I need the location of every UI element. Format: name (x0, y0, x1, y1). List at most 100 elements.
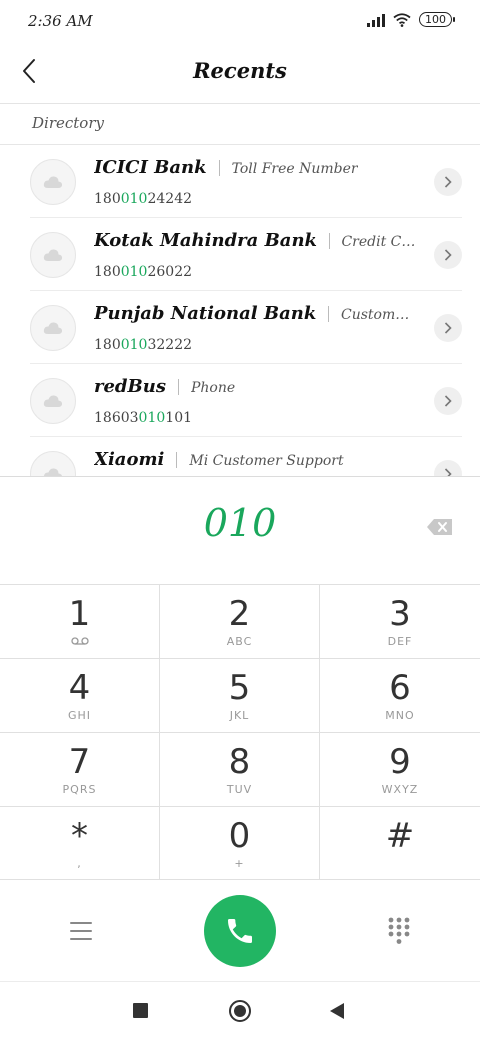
list-item[interactable]: redBus Phone 18603010101 (0, 364, 480, 437)
separator (218, 159, 220, 176)
contact-avatar (30, 159, 76, 205)
contact-description: Credit Card/Banking C... (341, 234, 416, 250)
contact-avatar (30, 451, 76, 476)
contact-description: Toll Free Number (231, 161, 358, 177)
backspace-button[interactable] (426, 517, 454, 537)
status-bar: 2:36 AM 100 (0, 0, 480, 44)
key-letters: DEF (387, 635, 413, 648)
match-highlight: 010 (120, 264, 148, 280)
key-0[interactable]: 0 + (160, 807, 320, 880)
key-letters: + (234, 857, 245, 870)
contact-description: Customer Care (341, 307, 416, 323)
call-button[interactable] (204, 895, 276, 967)
dialpad-icon (388, 917, 410, 944)
chevron-right-icon (444, 249, 452, 261)
chevron-right-icon (444, 176, 452, 188)
wifi-icon (393, 12, 411, 27)
contact-number: 18001024242 (94, 191, 193, 207)
separator (177, 378, 179, 395)
key-digit: 5 (228, 668, 251, 708)
key-digit: 0 (228, 816, 251, 856)
contact-detail-button[interactable] (434, 387, 462, 415)
voicemail-icon (70, 637, 89, 645)
key-6[interactable]: 6 MNO (320, 659, 480, 733)
chevron-right-icon (444, 468, 452, 476)
list-item[interactable]: Punjab National Bank Customer Care 18001… (0, 291, 480, 364)
match-highlight: 010 (120, 337, 148, 353)
list-item[interactable]: Kotak Mahindra Bank Credit Card/Banking … (0, 218, 480, 291)
key-letters: MNO (385, 709, 415, 722)
key-digit: 2 (228, 594, 251, 634)
key-letters: TUV (226, 783, 253, 796)
key-1[interactable]: 1 (0, 585, 160, 659)
home-button[interactable] (229, 1000, 251, 1022)
chevron-right-icon (444, 322, 452, 334)
key-letters: PQRS (62, 783, 97, 796)
cloud-icon (43, 322, 63, 334)
dial-display: 010 (0, 476, 480, 584)
menu-button[interactable] (64, 918, 98, 944)
contact-detail-button[interactable] (434, 314, 462, 342)
system-back-button[interactable] (330, 1003, 344, 1019)
key-digit: 7 (68, 742, 91, 782)
cloud-icon (43, 249, 63, 261)
contact-description: Phone (190, 380, 236, 396)
dialpad: 1 2 ABC 3 DEF 4 GHI 5 JKL 6 MNO 7 PQRS 8… (0, 584, 480, 880)
cloud-icon (43, 176, 63, 188)
key-letters: WXYZ (381, 783, 419, 796)
match-highlight: 010 (138, 410, 166, 426)
contact-name: redBus (94, 376, 166, 397)
cloud-icon (43, 395, 63, 407)
key-hash[interactable]: # (320, 807, 480, 880)
key-9[interactable]: 9 WXYZ (320, 733, 480, 807)
top-app-bar: Recents (0, 44, 480, 104)
key-2[interactable]: 2 ABC (160, 585, 320, 659)
contact-number: 18001026022 (94, 264, 193, 280)
directory-list[interactable]: ICICI Bank Toll Free Number 18001024242 … (0, 145, 480, 476)
contact-description: Mi Customer Support (189, 453, 344, 469)
contact-name: ICICI Bank (94, 157, 207, 178)
contact-detail-button[interactable] (434, 241, 462, 269)
key-star[interactable]: * , (0, 807, 160, 880)
contact-number: 18001032222 (94, 337, 193, 353)
dialed-number[interactable]: 010 (0, 501, 480, 545)
key-digit: 6 (389, 668, 411, 708)
contact-detail-button[interactable] (434, 168, 462, 196)
section-label-directory: Directory (32, 114, 104, 132)
separator (176, 451, 178, 468)
key-7[interactable]: 7 PQRS (0, 733, 160, 807)
contact-avatar (30, 232, 76, 278)
key-digit: 4 (68, 668, 91, 708)
system-navigation-bar (0, 982, 480, 1040)
contact-name: Kotak Mahindra Bank (94, 230, 318, 251)
menu-icon (70, 922, 92, 924)
separator (328, 305, 330, 322)
key-digit: # (385, 816, 415, 856)
list-item[interactable]: ICICI Bank Toll Free Number 18001024242 (0, 145, 480, 218)
key-4[interactable]: 4 GHI (0, 659, 160, 733)
key-letters: GHI (67, 709, 92, 722)
key-letters: ABC (226, 635, 253, 648)
chevron-right-icon (444, 395, 452, 407)
key-3[interactable]: 3 DEF (320, 585, 480, 659)
contact-detail-button[interactable] (434, 460, 462, 476)
contact-avatar (30, 378, 76, 424)
contact-name: Punjab National Bank (94, 303, 317, 324)
page-title: Recents (193, 58, 287, 83)
signal-icon (367, 13, 385, 27)
cloud-icon (43, 468, 62, 476)
key-5[interactable]: 5 JKL (160, 659, 320, 733)
key-letters: JKL (229, 709, 250, 722)
key-8[interactable]: 8 TUV (160, 733, 320, 807)
recent-apps-button[interactable] (133, 1003, 148, 1018)
match-highlight: 010 (120, 191, 148, 207)
contact-name: Xiaomi (94, 449, 165, 470)
status-time: 2:36 AM (28, 12, 93, 30)
contact-avatar (30, 305, 76, 351)
list-item[interactable]: Xiaomi Mi Customer Support (0, 437, 480, 476)
dialpad-toggle-button[interactable] (386, 916, 412, 946)
backspace-icon (427, 519, 452, 535)
phone-icon (228, 919, 252, 943)
status-icons: 100 (367, 12, 455, 27)
key-digit: 8 (228, 742, 251, 782)
